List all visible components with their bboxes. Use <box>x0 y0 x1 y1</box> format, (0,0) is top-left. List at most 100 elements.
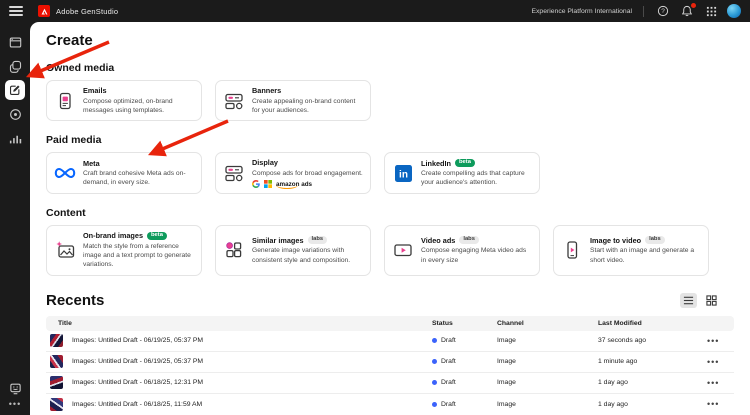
labs-badge: labs <box>645 236 665 245</box>
sidebar-more-icon[interactable]: ••• <box>9 400 21 409</box>
row-status: Draft <box>441 400 456 408</box>
column-channel: Channel <box>497 319 524 327</box>
row-channel: Image <box>497 337 516 345</box>
draft-status-dot <box>432 338 437 344</box>
google-logo-icon <box>252 180 260 189</box>
recents-table: Title Status Channel Last Modified Image… <box>46 315 734 415</box>
image-to-video-icon <box>561 240 583 260</box>
feedback-icon[interactable] <box>6 379 24 397</box>
notifications-bell-icon[interactable] <box>679 2 697 19</box>
row-modified: 37 seconds ago <box>598 337 646 345</box>
draft-status-dot <box>432 380 437 386</box>
app-switcher-grid-icon[interactable] <box>703 3 719 19</box>
row-thumbnail <box>50 334 63 348</box>
row-more-menu-icon[interactable]: ••• <box>707 357 734 366</box>
card-description: Compose ads for broad engagement. <box>252 169 363 177</box>
recents-title: Recents <box>46 291 105 309</box>
card-video-ads[interactable]: Video ads labs Compose engaging Meta vid… <box>384 225 540 276</box>
column-last-modified: Last Modified <box>598 319 642 327</box>
draft-status-dot <box>432 359 437 365</box>
card-description: Compose engaging Meta video ads in every… <box>421 247 527 264</box>
card-description: Match the style from a reference image a… <box>83 242 191 269</box>
labs-badge: labs <box>459 236 479 245</box>
adobe-logo-icon <box>38 5 50 17</box>
card-title: Banners <box>252 86 282 95</box>
table-header: Title Status Channel Last Modified <box>46 315 734 331</box>
table-row[interactable]: Images: Untitled Draft - 06/19/25, 05:37… <box>46 331 734 352</box>
row-status: Draft <box>441 358 456 366</box>
meta-logo-icon <box>54 162 76 184</box>
card-description: Generate image variations with consisten… <box>252 247 351 264</box>
card-similar-images[interactable]: Similar images labs Generate image varia… <box>215 225 371 276</box>
card-meta[interactable]: Meta Craft brand cohesive Meta ads on-de… <box>46 152 202 195</box>
table-row[interactable]: Images: Untitled Draft - 06/18/25, 12:31… <box>46 373 734 394</box>
row-modified: 1 minute ago <box>598 358 638 366</box>
banner-icon <box>223 91 245 111</box>
table-row[interactable]: Images: Untitled Draft - 06/19/25, 05:37… <box>46 352 734 373</box>
row-title: Images: Untitled Draft - 06/18/25, 12:31… <box>72 379 204 387</box>
row-title: Images: Untitled Draft - 06/18/25, 11:59… <box>72 400 203 408</box>
row-title: Images: Untitled Draft - 06/19/25, 05:37… <box>72 358 204 366</box>
card-description: Craft brand cohesive Meta ads on-demand,… <box>83 170 186 187</box>
similar-images-icon <box>223 240 245 260</box>
card-title: Display <box>252 158 278 168</box>
card-title: LinkedIn <box>421 158 451 168</box>
row-thumbnail <box>50 397 63 411</box>
column-title: Title <box>58 319 72 327</box>
section-content: Content <box>46 207 86 220</box>
row-channel: Image <box>497 379 516 387</box>
org-name[interactable]: Experience Platform International <box>532 8 633 15</box>
table-row[interactable]: Images: Untitled Draft - 06/18/25, 11:59… <box>46 394 734 415</box>
row-thumbnail <box>50 376 63 390</box>
sidebar-activation-icon[interactable] <box>6 105 24 123</box>
on-brand-image-icon <box>54 240 76 261</box>
card-title: Emails <box>83 86 107 95</box>
beta-badge: beta <box>455 158 475 168</box>
card-description: Create appealing on-brand content for yo… <box>252 97 356 114</box>
grid-view-button[interactable] <box>703 293 720 308</box>
banner-icon <box>223 163 245 183</box>
column-status: Status <box>432 319 453 327</box>
row-status: Draft <box>441 337 456 345</box>
card-banners[interactable]: Banners Create appealing on-brand conten… <box>215 80 371 122</box>
row-more-menu-icon[interactable]: ••• <box>707 378 734 387</box>
card-emails[interactable]: Emails Compose optimized, on-brand messa… <box>46 80 202 122</box>
notification-badge <box>690 2 697 9</box>
row-channel: Image <box>497 358 516 366</box>
card-linkedin[interactable]: in LinkedIn beta Create compelling ads t… <box>384 152 540 195</box>
main-panel: Create Owned media Emails Compose optimi… <box>30 22 750 415</box>
row-modified: 1 day ago <box>598 400 628 408</box>
sidebar-create-icon[interactable] <box>6 81 24 99</box>
svg-text:in: in <box>399 169 408 180</box>
draft-status-dot <box>432 401 437 407</box>
sidebar-overview-icon[interactable] <box>6 33 24 51</box>
card-on-brand-images[interactable]: On-brand images beta Match the style fro… <box>46 225 202 276</box>
beta-badge: beta <box>147 231 167 240</box>
svg-text:?: ? <box>661 8 665 15</box>
sidebar-assets-stack-icon[interactable] <box>6 57 24 75</box>
row-thumbnail <box>50 355 63 369</box>
video-ads-icon <box>392 240 414 260</box>
card-description: Create compelling ads that capture your … <box>421 170 525 187</box>
card-title: Image to video <box>590 235 642 245</box>
card-image-to-video[interactable]: Image to video labs Start with an image … <box>553 225 709 276</box>
row-channel: Image <box>497 400 516 408</box>
card-display[interactable]: Display Compose ads for broad engagement… <box>215 152 371 195</box>
card-description: Compose optimized, on-brand messages usi… <box>83 97 173 114</box>
row-modified: 1 day ago <box>598 379 628 387</box>
card-title: On-brand images <box>83 231 144 241</box>
sidebar-insights-icon[interactable] <box>6 129 24 147</box>
card-title: Meta <box>83 158 100 168</box>
app-brand: Adobe GenStudio <box>38 5 118 17</box>
row-more-menu-icon[interactable]: ••• <box>707 336 734 345</box>
card-description: Start with an image and generate a short… <box>590 247 695 264</box>
divider <box>643 5 644 17</box>
row-more-menu-icon[interactable]: ••• <box>707 400 734 409</box>
page-title: Create <box>46 32 93 49</box>
user-avatar[interactable] <box>727 4 741 18</box>
top-bar: Adobe GenStudio Experience Platform Inte… <box>0 0 750 22</box>
hamburger-menu-icon[interactable] <box>9 4 23 18</box>
email-template-icon <box>54 91 76 111</box>
list-view-button[interactable] <box>680 292 697 308</box>
help-icon[interactable]: ? <box>655 3 671 19</box>
